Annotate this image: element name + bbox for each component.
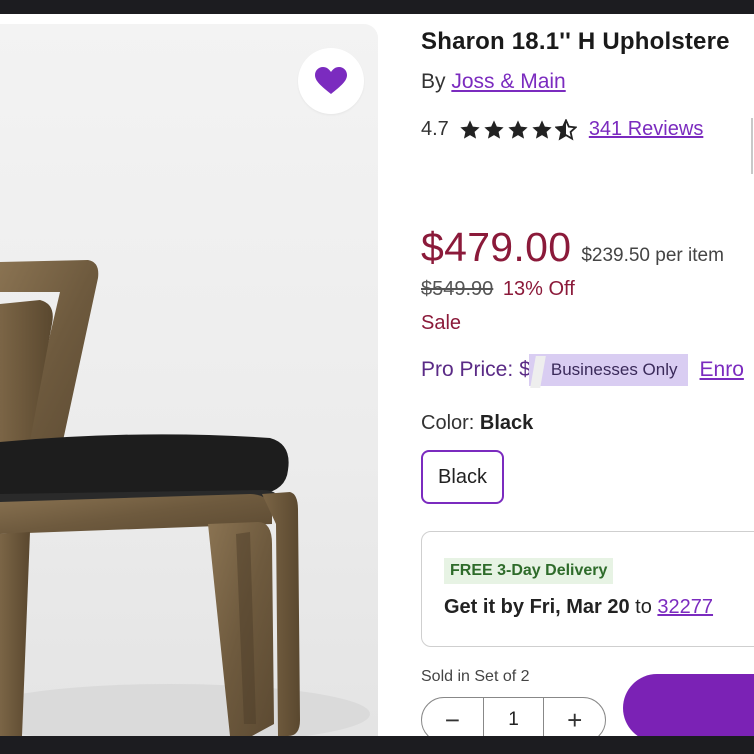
- quantity-input[interactable]: 1: [482, 698, 545, 736]
- zip-code-link[interactable]: 32277: [657, 596, 713, 618]
- reviews-link[interactable]: 341 Reviews: [589, 118, 704, 141]
- star-rating: [459, 118, 577, 141]
- free-delivery-badge: FREE 3-Day Delivery: [444, 558, 614, 584]
- pro-price-row: Pro Price: $ Businesses Only Enro: [421, 354, 744, 386]
- add-to-cart-button[interactable]: [623, 674, 754, 736]
- sale-price: $479.00: [421, 224, 572, 270]
- color-swatch-black[interactable]: Black: [421, 450, 504, 504]
- product-details: Sharon 18.1'' H Upholstere By Joss & Mai…: [421, 14, 754, 736]
- delivery-estimate: Get it by Fri, Mar 20 to 32277: [444, 596, 713, 619]
- original-price: $549.90: [421, 278, 494, 300]
- chair-image: [0, 260, 370, 736]
- product-page: Sharon 18.1'' H Upholstere By Joss & Mai…: [0, 14, 754, 736]
- color-label-text: Color:: [421, 412, 475, 434]
- divider: [751, 118, 753, 174]
- enroll-link[interactable]: Enro: [700, 358, 744, 382]
- pro-price-label: Pro Price:: [421, 358, 514, 381]
- rating-value: 4.7: [421, 118, 449, 140]
- color-selected: Black: [479, 412, 534, 434]
- star-half-icon: [554, 118, 577, 140]
- favorite-button[interactable]: [298, 48, 364, 114]
- product-title: Sharon 18.1'' H Upholstere: [421, 28, 730, 55]
- product-image[interactable]: [0, 24, 378, 736]
- brand-line: By Joss & Main: [421, 70, 566, 94]
- per-item-price: $239.50 per item: [581, 245, 724, 266]
- delivery-to: to: [629, 596, 658, 618]
- star-icon: [460, 119, 480, 139]
- original-price-row: $549.90 13% Off: [421, 278, 575, 301]
- businesses-only-badge: Businesses Only: [528, 354, 688, 386]
- quantity-stepper: − 1 +: [421, 697, 606, 736]
- delivery-date: Get it by Fri, Mar 20: [444, 596, 630, 618]
- discount-label: 13% Off: [502, 278, 575, 300]
- sold-in-set: Sold in Set of 2: [421, 668, 530, 685]
- heart-icon: [315, 67, 347, 94]
- by-prefix: By: [421, 70, 452, 93]
- star-icon: [484, 119, 504, 139]
- sale-label: Sale: [421, 312, 462, 334]
- color-label: Color: Black: [421, 412, 533, 435]
- decrease-button[interactable]: −: [422, 698, 483, 736]
- delivery-box: FREE 3-Day Delivery Get it by Fri, Mar 2…: [421, 531, 754, 647]
- star-icon: [532, 119, 552, 139]
- increase-button[interactable]: +: [544, 698, 605, 736]
- brand-link[interactable]: Joss & Main: [451, 70, 565, 93]
- price-row: $479.00 $239.50 per item: [421, 224, 724, 271]
- star-icon: [508, 119, 528, 139]
- rating-row: 4.7 341 Reviews: [421, 118, 703, 141]
